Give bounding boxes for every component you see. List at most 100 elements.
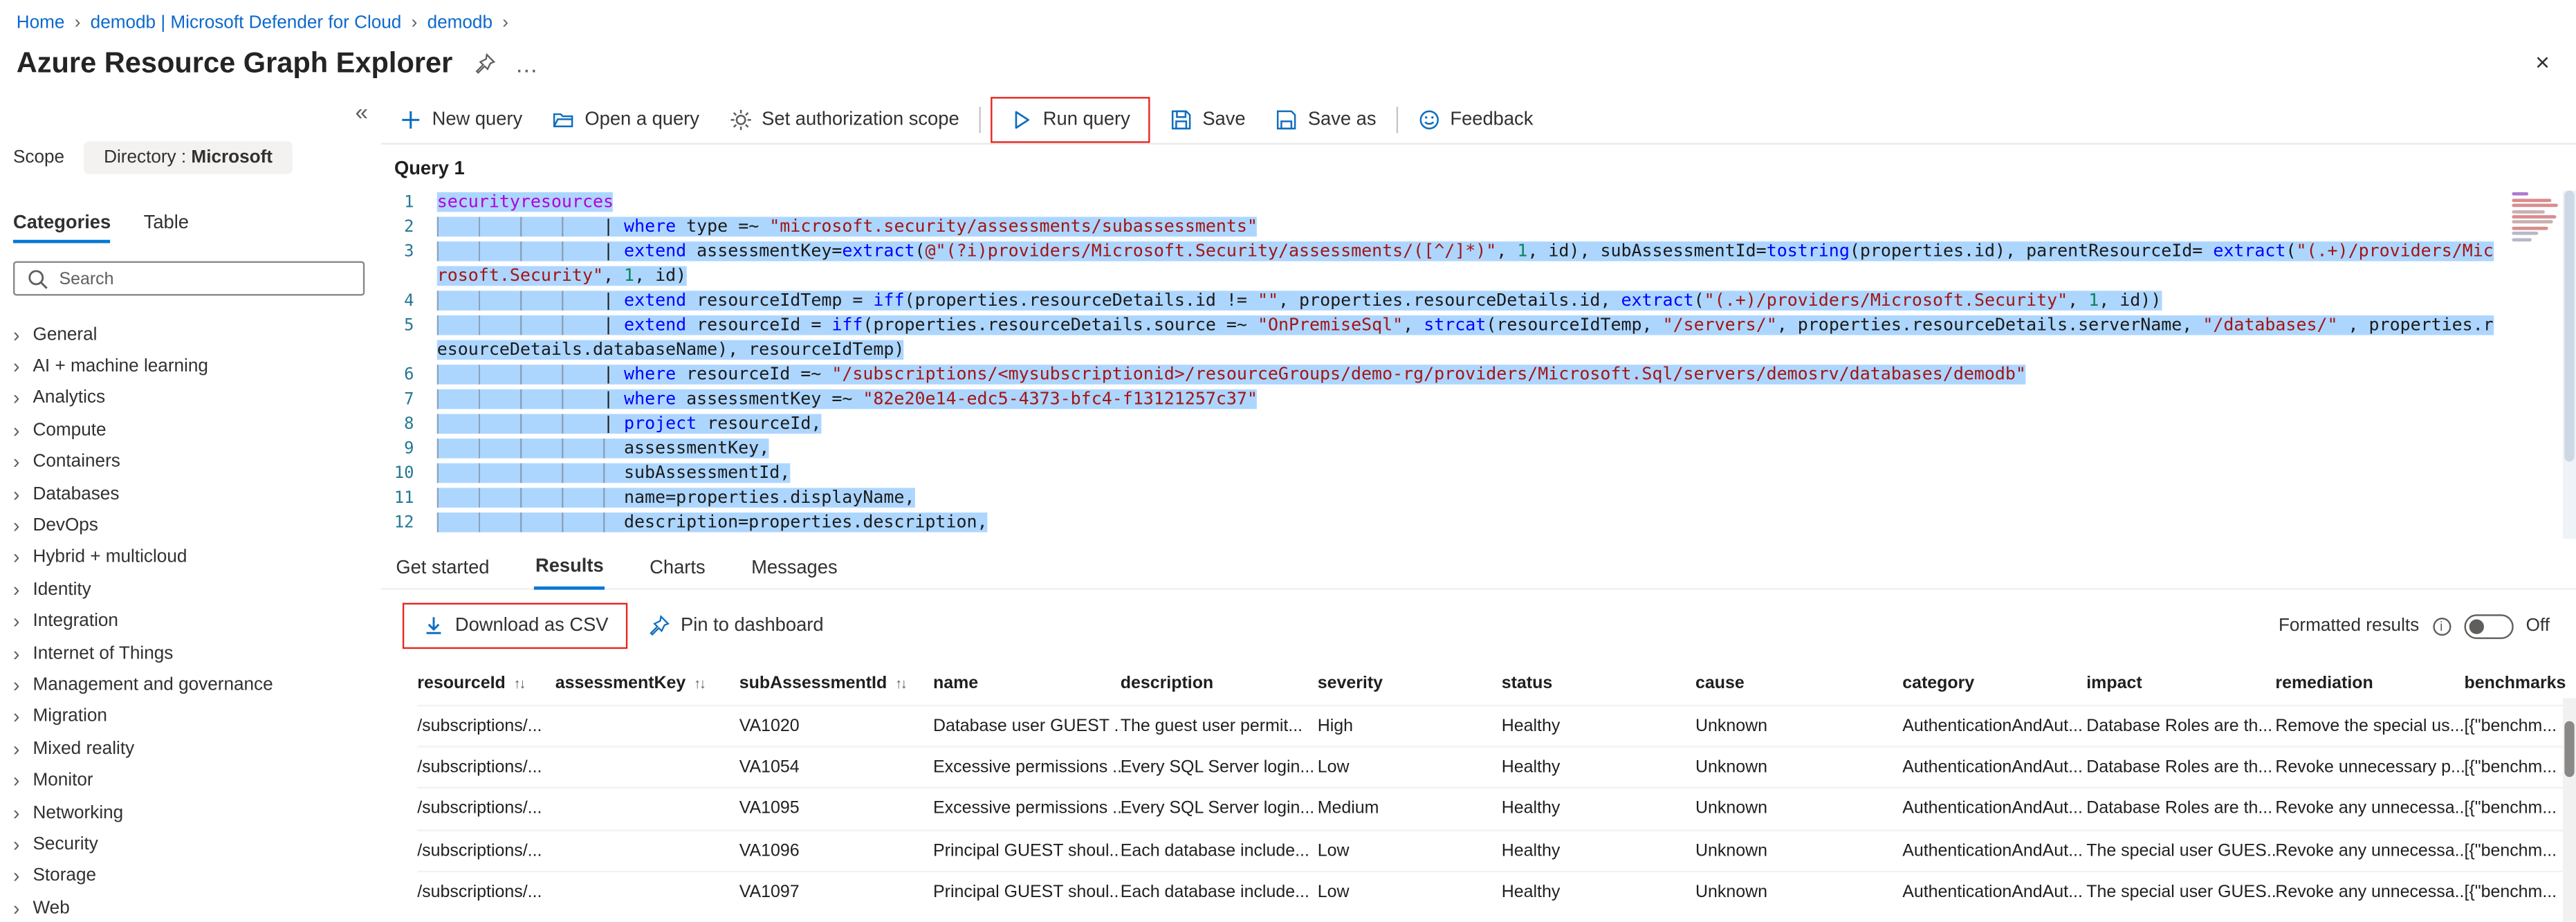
table-row[interactable]: /subscriptions/...VA1097Principal GUEST … bbox=[417, 870, 2576, 912]
column-header[interactable]: category bbox=[1902, 673, 2086, 693]
minimap[interactable] bbox=[2509, 191, 2561, 540]
category-item[interactable]: ›Databases bbox=[13, 478, 381, 510]
category-item[interactable]: ›Migration bbox=[13, 701, 381, 732]
tab-messages[interactable]: Messages bbox=[750, 553, 839, 588]
set-authorization-scope-button[interactable]: Set authorization scope bbox=[714, 100, 974, 139]
column-header[interactable]: status bbox=[1502, 673, 1695, 693]
tab-results[interactable]: Results bbox=[534, 552, 605, 590]
search-box[interactable] bbox=[13, 261, 365, 296]
column-header[interactable]: impact bbox=[2086, 673, 2275, 693]
category-item[interactable]: ›Integration bbox=[13, 605, 381, 637]
editor-scrollbar-thumb[interactable] bbox=[2564, 191, 2574, 463]
column-header[interactable]: benchmarks bbox=[2465, 673, 2576, 693]
table-cell: Unknown bbox=[1695, 717, 1902, 737]
column-header[interactable]: cause bbox=[1695, 673, 1902, 693]
query-editor[interactable]: 1securityresources2 | where type =~ "mic… bbox=[381, 191, 2576, 540]
code-line[interactable]: 2 | where type =~ "microsoft.security/as… bbox=[381, 215, 2501, 240]
breadcrumb-link[interactable]: demodb | Microsoft Defender for Cloud bbox=[91, 13, 402, 33]
column-header[interactable]: subAssessmentId↑↓ bbox=[739, 673, 933, 693]
query-tab[interactable]: Query 1 bbox=[381, 145, 478, 187]
category-item[interactable]: ›Identity bbox=[13, 573, 381, 605]
feedback-button[interactable]: Feedback bbox=[1403, 100, 1548, 139]
sort-icon: ↑↓ bbox=[694, 674, 704, 691]
column-header[interactable]: description bbox=[1121, 673, 1318, 693]
more-options-icon[interactable]: … bbox=[515, 50, 538, 76]
code-line[interactable]: 8 | project resourceId, bbox=[381, 412, 2501, 437]
tab-charts[interactable]: Charts bbox=[648, 553, 707, 588]
code-line[interactable]: 4 | extend resourceIdTemp = iff(properti… bbox=[381, 289, 2501, 314]
category-item[interactable]: ›Management and governance bbox=[13, 669, 381, 701]
column-header[interactable]: resourceId↑↓ bbox=[417, 673, 555, 693]
category-item[interactable]: ›Storage bbox=[13, 860, 381, 892]
content: « Scope Directory : Microsoft Categories… bbox=[0, 92, 2576, 922]
category-item[interactable]: ›Hybrid + multicloud bbox=[13, 542, 381, 573]
tab-get-started[interactable]: Get started bbox=[394, 553, 491, 588]
category-item[interactable]: ›Internet of Things bbox=[13, 637, 381, 669]
table-cell: [{"benchm... bbox=[2465, 882, 2576, 902]
category-item[interactable]: ›Analytics bbox=[13, 382, 381, 414]
sort-icon: ↑↓ bbox=[895, 674, 905, 691]
formatted-results-toggle[interactable] bbox=[2463, 614, 2512, 638]
line-number: 2 bbox=[381, 215, 437, 240]
results-table-header: resourceId↑↓assessmentKey↑↓subAssessment… bbox=[417, 661, 2576, 705]
info-icon[interactable]: i bbox=[2432, 617, 2450, 635]
pin-to-dashboard-button[interactable]: Pin to dashboard bbox=[633, 606, 838, 645]
table-row[interactable]: /subscriptions/...VA1096Principal GUEST … bbox=[417, 829, 2576, 870]
breadcrumb-link[interactable]: Home bbox=[17, 13, 65, 33]
save-as-button[interactable]: Save as bbox=[1260, 100, 1391, 139]
category-item[interactable]: ›DevOps bbox=[13, 510, 381, 542]
editor-scrollbar[interactable] bbox=[2563, 191, 2576, 540]
new-query-button[interactable]: New query bbox=[385, 100, 537, 139]
breadcrumb-link[interactable]: demodb bbox=[427, 13, 493, 33]
code-line[interactable]: 12 description=properties.description, bbox=[381, 511, 2501, 536]
directory-pill[interactable]: Directory : Microsoft bbox=[84, 141, 293, 174]
table-row[interactable]: /subscriptions/...VA1095Excessive permis… bbox=[417, 788, 2576, 829]
code-text: securityresources bbox=[437, 191, 2501, 216]
table-row[interactable]: /subscriptions/...VA1020Database user GU… bbox=[417, 705, 2576, 746]
category-label: Hybrid + multicloud bbox=[33, 548, 187, 568]
pin-icon[interactable] bbox=[472, 52, 495, 75]
column-header[interactable]: name bbox=[933, 673, 1121, 693]
table-cell: High bbox=[1318, 717, 1502, 737]
run-query-button[interactable]: Run query bbox=[995, 100, 1145, 139]
table-row[interactable]: /subscriptions/...VA1054Excessive permis… bbox=[417, 746, 2576, 788]
category-item[interactable]: ›AI + machine learning bbox=[13, 351, 381, 382]
category-item[interactable]: ›Containers bbox=[13, 446, 381, 478]
category-label: Identity bbox=[33, 580, 91, 600]
code-line[interactable]: 1securityresources bbox=[381, 191, 2501, 216]
tab-table[interactable]: Table bbox=[144, 214, 189, 243]
code-line[interactable]: 10 subAssessmentId, bbox=[381, 461, 2501, 486]
category-item[interactable]: ›Monitor bbox=[13, 764, 381, 796]
category-item[interactable]: ›Mixed reality bbox=[13, 732, 381, 764]
search-input[interactable] bbox=[59, 268, 352, 288]
code-line[interactable]: 9 assessmentKey, bbox=[381, 437, 2501, 462]
code-line[interactable]: 6 | where resourceId =~ "/subscriptions/… bbox=[381, 363, 2501, 388]
code-line[interactable]: 7 | where assessmentKey =~ "82e20e14-edc… bbox=[381, 388, 2501, 413]
category-item[interactable]: ›Compute bbox=[13, 414, 381, 446]
table-cell: Healthy bbox=[1502, 717, 1695, 737]
close-icon[interactable]: × bbox=[2535, 49, 2550, 77]
code-text: | extend resourceIdTemp = iff(properties… bbox=[437, 289, 2501, 314]
code-line[interactable]: 3 | extend assessmentKey=extract(@"(?i)p… bbox=[381, 240, 2501, 289]
column-header[interactable]: severity bbox=[1318, 673, 1502, 693]
category-item[interactable]: ›General bbox=[13, 319, 381, 351]
open-query-button[interactable]: Open a query bbox=[537, 100, 715, 139]
save-button[interactable]: Save bbox=[1154, 100, 1260, 139]
table-cell: Unknown bbox=[1695, 799, 1902, 819]
category-item[interactable]: ›Web bbox=[13, 892, 381, 922]
code-line[interactable]: 5 | extend resourceId = iff(properties.r… bbox=[381, 314, 2501, 363]
code-text: assessmentKey, bbox=[437, 437, 2501, 462]
column-header[interactable]: assessmentKey↑↓ bbox=[555, 673, 739, 693]
table-cell: [{"benchm... bbox=[2465, 840, 2576, 860]
results-scrollbar[interactable] bbox=[2563, 698, 2576, 922]
column-header[interactable]: remediation bbox=[2275, 673, 2464, 693]
collapse-sidebar-icon[interactable]: « bbox=[355, 99, 368, 125]
table-cell: Excessive permissions ... bbox=[933, 758, 1121, 778]
code-line[interactable]: 11 name=properties.displayName, bbox=[381, 486, 2501, 511]
category-item[interactable]: ›Security bbox=[13, 829, 381, 860]
download-csv-button[interactable]: Download as CSV bbox=[407, 606, 623, 645]
tab-categories[interactable]: Categories bbox=[13, 214, 111, 243]
results-scrollbar-thumb[interactable] bbox=[2564, 721, 2574, 777]
category-item[interactable]: ›Networking bbox=[13, 797, 381, 829]
table-cell: Every SQL Server login... bbox=[1121, 799, 1318, 819]
